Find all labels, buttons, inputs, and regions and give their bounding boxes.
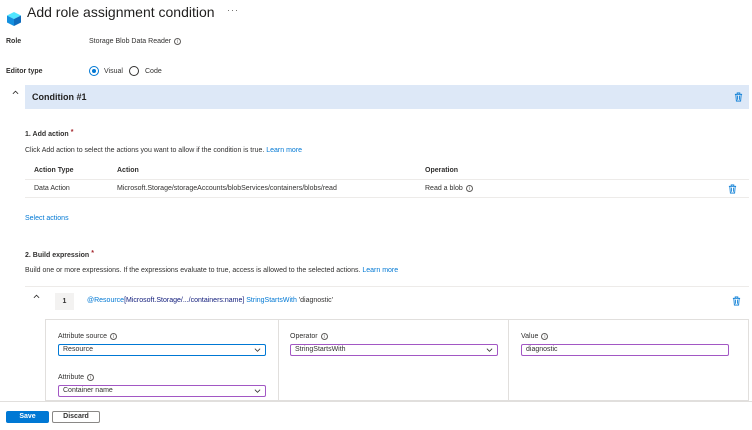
- add-action-description: Click Add action to select the actions y…: [25, 147, 302, 154]
- delete-action-trash-icon[interactable]: [728, 184, 737, 194]
- delete-condition-trash-icon[interactable]: [734, 92, 743, 102]
- action-row-operation-text: Read a blob: [425, 185, 463, 192]
- operation-info-icon[interactable]: i: [465, 185, 473, 192]
- expression-summary[interactable]: @Resource[Microsoft.Storage/.../containe…: [87, 297, 333, 304]
- build-expression-heading-text: 2. Build expression: [25, 252, 90, 259]
- operator-info-icon[interactable]: i: [320, 333, 328, 340]
- required-marker: *: [91, 250, 94, 257]
- chevron-down-icon: [254, 389, 261, 393]
- value-label: Value i: [521, 333, 549, 340]
- chevron-down-icon: [254, 348, 261, 352]
- attribute-source-label: Attribute source i: [58, 333, 118, 340]
- attribute-source-info-icon[interactable]: i: [110, 333, 118, 340]
- editor-type-visual-radio[interactable]: [89, 66, 99, 76]
- attribute-source-dropdown[interactable]: Resource: [58, 344, 266, 356]
- value-input-text: diagnostic: [526, 346, 558, 353]
- attribute-source-label-text: Attribute source: [58, 333, 108, 340]
- add-action-heading: 1. Add action *: [25, 129, 73, 138]
- role-label: Role: [6, 38, 22, 45]
- chevron-down-icon: [486, 348, 493, 352]
- discard-button[interactable]: Discard: [52, 411, 100, 423]
- collapse-expression-chevron-icon[interactable]: [33, 293, 40, 300]
- required-marker: *: [70, 129, 74, 136]
- role-value: Storage Blob Data Reader i: [89, 38, 182, 45]
- collapse-condition-chevron-icon[interactable]: [12, 89, 19, 96]
- delete-expression-trash-icon[interactable]: [732, 296, 741, 306]
- page-title: Add role assignment condition: [27, 4, 215, 20]
- expression-value: 'diagnostic': [298, 297, 333, 304]
- editor-type-code-label[interactable]: Code: [145, 68, 162, 75]
- expression-number: 1: [55, 293, 74, 310]
- editor-type-label: Editor type: [6, 68, 43, 75]
- panel-divider: [278, 320, 279, 400]
- attribute-info-icon[interactable]: i: [87, 374, 95, 381]
- footer-bar: [0, 401, 752, 430]
- add-action-heading-text: 1. Add action: [25, 131, 69, 138]
- attribute-source-value: Resource: [63, 346, 93, 353]
- action-row-type: Data Action: [34, 185, 70, 192]
- editor-type-visual-label[interactable]: Visual: [104, 68, 123, 75]
- value-input[interactable]: diagnostic: [521, 344, 729, 356]
- attribute-label: Attribute i: [58, 374, 95, 381]
- role-info-icon[interactable]: i: [174, 38, 182, 45]
- operator-label: Operator i: [290, 333, 328, 340]
- role-assignment-cube-icon: [7, 12, 21, 26]
- build-expression-description: Build one or more expressions. If the ex…: [25, 267, 398, 274]
- attribute-label-text: Attribute: [58, 374, 85, 381]
- operator-dropdown[interactable]: StringStartsWith: [290, 344, 498, 356]
- build-expression-description-text: Build one or more expressions. If the ex…: [25, 267, 361, 274]
- value-label-text: Value: [521, 333, 539, 340]
- select-actions-link[interactable]: Select actions: [25, 215, 69, 222]
- role-value-text: Storage Blob Data Reader: [89, 38, 172, 45]
- condition-header-bar: [25, 85, 749, 109]
- add-action-learn-more-link[interactable]: Learn more: [266, 147, 302, 154]
- save-button[interactable]: Save: [6, 411, 49, 423]
- action-row-action: Microsoft.Storage/storageAccounts/blobSe…: [117, 185, 337, 192]
- build-expression-learn-more-link[interactable]: Learn more: [362, 267, 398, 274]
- operator-label-text: Operator: [290, 333, 318, 340]
- column-header-action-type: Action Type: [34, 167, 74, 174]
- attribute-dropdown[interactable]: Container name: [58, 385, 266, 397]
- table-header-divider: [25, 179, 749, 180]
- column-header-action: Action: [117, 167, 139, 174]
- editor-type-code-radio[interactable]: [129, 66, 139, 76]
- expression-attribute-source: @Resource: [87, 297, 125, 304]
- column-header-operation: Operation: [425, 167, 459, 174]
- table-row-divider: [25, 197, 749, 198]
- value-info-icon[interactable]: i: [541, 333, 549, 340]
- build-expression-heading: 2. Build expression *: [25, 250, 94, 259]
- condition-title: Condition #1: [32, 92, 87, 102]
- expression-attribute-path: [Microsoft.Storage/.../containers:name]: [124, 297, 245, 304]
- add-action-description-text: Click Add action to select the actions y…: [25, 147, 265, 154]
- action-row-operation: Read a blob i: [425, 185, 473, 192]
- more-options-icon[interactable]: ···: [227, 5, 239, 15]
- attribute-value: Container name: [63, 387, 113, 394]
- expression-operator: StringStartsWith: [246, 297, 297, 304]
- operator-value: StringStartsWith: [295, 346, 346, 353]
- panel-divider: [508, 320, 509, 400]
- expression-top-divider: [25, 286, 749, 287]
